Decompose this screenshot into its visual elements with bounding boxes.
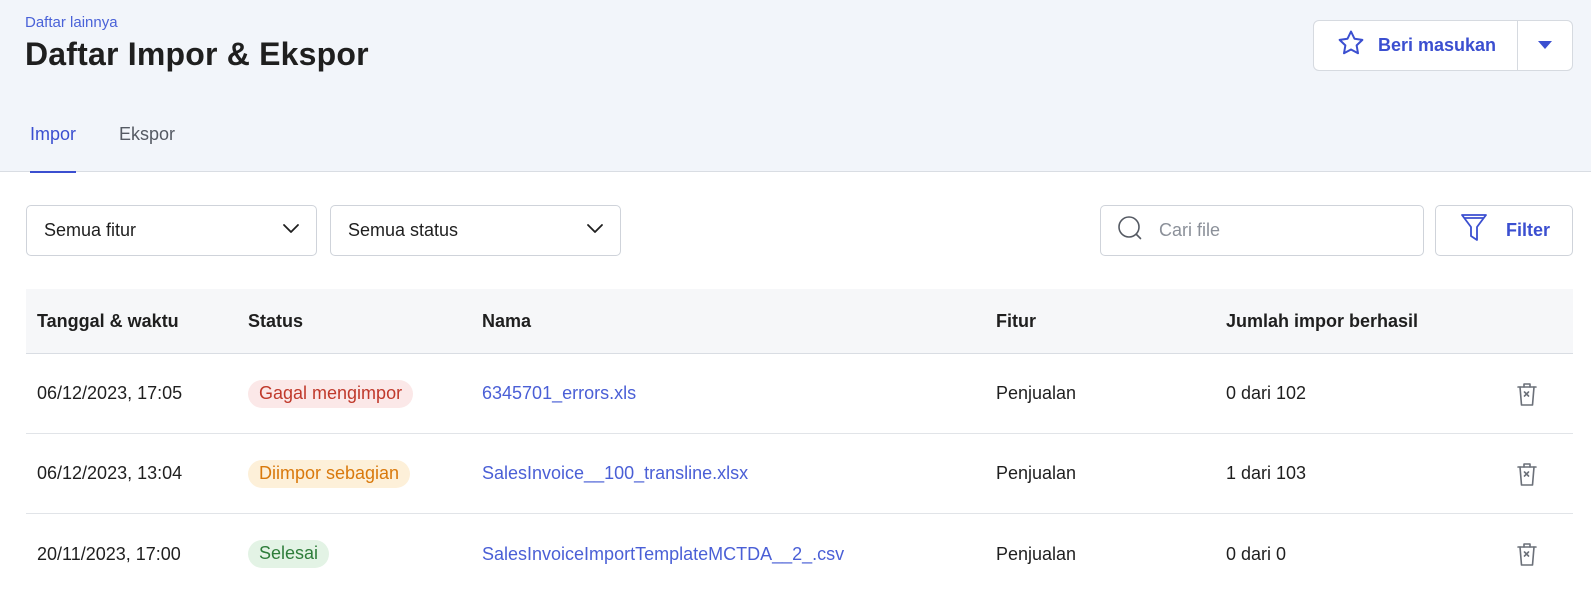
row-feature: Penjualan: [996, 543, 1077, 564]
row-success-count: 0 dari 102: [1226, 383, 1307, 403]
file-link[interactable]: 6345701_errors.xls: [482, 383, 636, 404]
column-header-success-count: Jumlah impor berhasil: [1226, 310, 1419, 331]
feedback-button-group: Beri masukan: [1313, 20, 1573, 71]
trash-icon[interactable]: [1516, 542, 1538, 573]
status-badge: Gagal mengimpor: [248, 379, 414, 408]
star-icon: [1336, 28, 1366, 63]
row-datetime: 20/11/2023, 17:00: [37, 543, 181, 564]
row-datetime: 06/12/2023, 17:05: [37, 383, 183, 403]
row-feature: Penjualan: [996, 463, 1077, 483]
table-row: 06/12/2023, 13:04 Diimpor sebagian Sales…: [26, 434, 1573, 514]
filter-label: Filter: [1506, 220, 1551, 240]
status-badge: Selesai: [248, 540, 330, 568]
tab-impor[interactable]: Impor: [30, 118, 77, 173]
table-row: 06/12/2023, 17:05 Gagal mengimpor 634570…: [26, 354, 1573, 434]
file-link[interactable]: SalesInvoiceImportTemplateMCTDA__2_.csv: [482, 544, 844, 565]
feedback-dropdown-button[interactable]: [1518, 21, 1572, 70]
file-link[interactable]: SalesInvoice__100_transline.xlsx: [482, 463, 748, 484]
row-success-count: 1 dari 103: [1226, 463, 1307, 483]
table-row: 20/11/2023, 17:00 Selesai SalesInvoiceIm…: [26, 514, 1573, 593]
tab-bar: Impor Ekspor: [30, 118, 218, 173]
chevron-down-icon: [282, 219, 300, 242]
column-header-name: Nama: [482, 310, 532, 331]
search-icon: [1117, 215, 1143, 246]
column-header-status: Status: [248, 310, 304, 331]
status-select-value: Semua status: [348, 220, 459, 240]
filter-icon: [1460, 212, 1488, 249]
page-title: Daftar Impor & Ekspor: [25, 36, 369, 72]
caret-down-icon: [1537, 37, 1553, 55]
column-header-feature: Fitur: [996, 310, 1036, 331]
trash-icon[interactable]: [1516, 382, 1538, 413]
tab-ekspor[interactable]: Ekspor: [119, 118, 175, 172]
chevron-down-icon: [586, 219, 604, 242]
feature-select-value: Semua fitur: [44, 220, 137, 240]
row-success-count: 0 dari 0: [1226, 543, 1287, 564]
row-feature: Penjualan: [996, 383, 1077, 403]
page-header: Daftar lainnya Daftar Impor & Ekspor Ber…: [0, 0, 1591, 173]
import-table: Tanggal & waktu Status Nama Fitur Jumlah…: [26, 289, 1573, 593]
feedback-label: Beri masukan: [1378, 35, 1497, 55]
trash-icon[interactable]: [1516, 462, 1538, 493]
status-select[interactable]: Semua status: [330, 205, 621, 256]
status-badge: Diimpor sebagian: [248, 459, 411, 488]
column-header-datetime: Tanggal & waktu: [37, 310, 179, 331]
filter-button[interactable]: Filter: [1435, 205, 1573, 256]
search-box: [1100, 205, 1424, 256]
feature-select[interactable]: Semua fitur: [26, 205, 317, 256]
feedback-button[interactable]: Beri masukan: [1314, 21, 1517, 70]
breadcrumb[interactable]: Daftar lainnya: [25, 14, 118, 31]
search-input[interactable]: [1159, 220, 1409, 241]
table-header: Tanggal & waktu Status Nama Fitur Jumlah…: [26, 289, 1573, 354]
row-datetime: 06/12/2023, 13:04: [37, 463, 183, 483]
